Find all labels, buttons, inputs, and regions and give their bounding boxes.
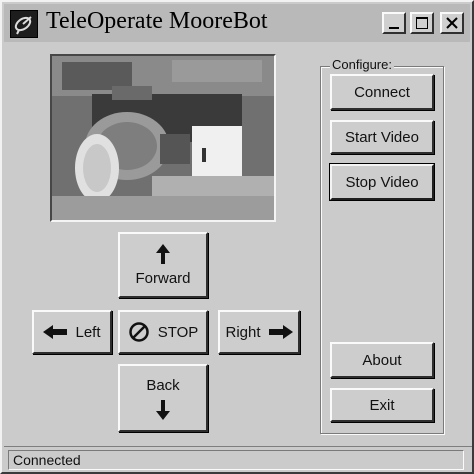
right-button[interactable]: Right bbox=[218, 310, 300, 354]
minimize-icon bbox=[389, 27, 399, 29]
arrow-up-icon bbox=[156, 243, 170, 264]
status-panel: Connected bbox=[8, 450, 464, 470]
back-button[interactable]: Back bbox=[118, 364, 208, 432]
exit-label: Exit bbox=[369, 396, 395, 414]
video-feed bbox=[50, 54, 276, 222]
start-video-button[interactable]: Start Video bbox=[330, 120, 434, 154]
robot-camera-image bbox=[52, 56, 274, 220]
about-label: About bbox=[362, 351, 402, 369]
status-bar: Connected bbox=[4, 446, 472, 472]
exit-button[interactable]: Exit bbox=[330, 388, 434, 422]
app-window: TeleOperate MooreBot Forward Left STOP R… bbox=[0, 0, 474, 474]
maximize-button[interactable] bbox=[410, 12, 434, 34]
stop-sign-icon bbox=[128, 322, 149, 342]
maximize-icon bbox=[416, 17, 428, 29]
connect-button[interactable]: Connect bbox=[330, 74, 434, 110]
close-button[interactable] bbox=[440, 12, 464, 34]
stop-video-label: Stop Video bbox=[345, 173, 419, 191]
back-label: Back bbox=[146, 376, 180, 394]
forward-button[interactable]: Forward bbox=[118, 232, 208, 298]
start-video-label: Start Video bbox=[345, 128, 419, 146]
minimize-button[interactable] bbox=[382, 12, 406, 34]
configure-group-label: Configure: bbox=[330, 57, 394, 72]
right-label: Right bbox=[225, 323, 261, 341]
satellite-dish-icon[interactable] bbox=[10, 10, 38, 38]
stop-video-button[interactable]: Stop Video bbox=[329, 163, 435, 201]
stop-button[interactable]: STOP bbox=[118, 310, 208, 354]
left-label: Left bbox=[75, 323, 101, 341]
close-icon bbox=[446, 17, 458, 29]
arrow-left-icon bbox=[43, 325, 68, 339]
about-button[interactable]: About bbox=[330, 342, 434, 378]
stop-label: STOP bbox=[157, 323, 199, 341]
title-bar[interactable]: TeleOperate MooreBot bbox=[4, 4, 470, 42]
forward-label: Forward bbox=[135, 269, 191, 287]
arrow-right-icon bbox=[268, 325, 293, 339]
window-title: TeleOperate MooreBot bbox=[46, 8, 268, 34]
status-text: Connected bbox=[13, 452, 81, 468]
connect-label: Connect bbox=[354, 83, 410, 101]
left-button[interactable]: Left bbox=[32, 310, 112, 354]
arrow-down-icon bbox=[156, 399, 170, 420]
